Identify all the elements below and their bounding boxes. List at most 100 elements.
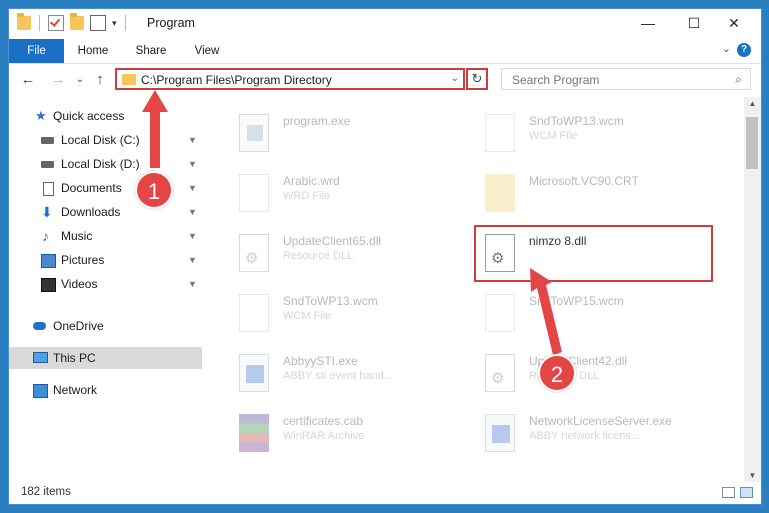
sidebar-item-onedrive[interactable]: OneDrive (9, 315, 202, 337)
search-icon[interactable]: ⌕ (735, 72, 742, 87)
file-name: AbbyySTI.exe (283, 354, 358, 368)
file-type: WinRAR Archive (283, 430, 365, 442)
search-box[interactable]: ⌕ (501, 68, 751, 90)
status-bar: 182 items (9, 482, 761, 504)
file-item[interactable]: program.exe (239, 111, 484, 163)
customize-toolbar-icon[interactable] (90, 15, 106, 31)
pin-icon[interactable]: ▼ (188, 273, 197, 295)
file-type: WRD File (283, 190, 331, 202)
window-title: Program (147, 16, 195, 30)
file-item[interactable]: SndToWP13.wcm WCM File (239, 291, 484, 343)
large-icons-view-icon[interactable] (740, 487, 753, 498)
close-button[interactable]: ✕ (711, 9, 757, 37)
file-item[interactable]: Arabic.wrd WRD File (239, 171, 484, 223)
file-item[interactable]: UpdateClient42.dll Resource DLL (485, 351, 730, 403)
sidebar-item-label: Music (61, 229, 93, 243)
network-icon (33, 384, 48, 398)
file-item[interactable]: UpdateClient65.dll Resource DLL (239, 231, 484, 283)
scrollbar-thumb[interactable] (746, 117, 758, 169)
properties-check-icon[interactable] (48, 15, 64, 31)
sidebar-item-pictures[interactable]: Pictures ▼ (9, 249, 202, 271)
tab-share[interactable]: Share (127, 39, 175, 63)
sidebar-item-label: Downloads (61, 205, 121, 219)
file-item[interactable]: AbbyySTI.exe ABBY sti event hand... (239, 351, 484, 403)
details-view-icon[interactable] (722, 487, 735, 498)
file-list: program.exe SndToWP13.wcm WCM File Arabi… (219, 97, 739, 482)
ribbon-tabs: File Home Share View (9, 39, 761, 64)
sidebar-item-label: This PC (53, 351, 96, 365)
dll-icon (485, 354, 515, 392)
tab-file[interactable]: File (9, 39, 64, 63)
file-name: SndToWP15.wcm (529, 294, 624, 308)
file-icon (239, 294, 269, 332)
file-type: WCM File (529, 130, 578, 142)
step-1-callout: 1 (135, 171, 173, 209)
file-name: SndToWP13.wcm (529, 114, 624, 128)
minimize-button[interactable]: — (625, 9, 671, 37)
up-button[interactable]: ↑ (91, 70, 109, 90)
file-item[interactable]: SndToWP15.wcm (485, 291, 730, 343)
address-path[interactable]: C:\Program Files\Program Directory (141, 73, 332, 87)
videos-icon (41, 278, 56, 292)
sidebar-item-downloads[interactable]: ⬇ Downloads ▼ (9, 201, 202, 223)
pin-icon[interactable]: ▼ (188, 249, 197, 271)
file-item[interactable]: SndToWP13.wcm WCM File (485, 111, 730, 163)
setup-icon (239, 114, 269, 152)
sidebar-item-music[interactable]: ♪ Music ▼ (9, 225, 202, 247)
pin-icon[interactable]: ▼ (188, 153, 197, 175)
pin-icon[interactable]: ▼ (188, 201, 197, 223)
scroll-up-icon[interactable]: ▲ (744, 99, 761, 108)
recent-locations-button[interactable]: ⌄ (71, 70, 89, 90)
sidebar-item-label: Local Disk (C:) (61, 133, 140, 147)
file-type: WCM File (283, 310, 332, 322)
sidebar-item-local-disk-c[interactable]: Local Disk (C:) ▼ (9, 129, 202, 151)
scroll-down-icon[interactable]: ▼ (744, 471, 761, 480)
sidebar-item-videos[interactable]: Videos ▼ (9, 273, 202, 295)
file-item[interactable]: NetworkLicenseServer.exe ABBY network li… (485, 411, 730, 463)
cloud-icon (33, 322, 46, 330)
file-type: ABBY sti event hand... (283, 370, 393, 382)
toolbar-dropdown-icon[interactable]: ▾ (112, 18, 117, 29)
tab-view[interactable]: View (183, 39, 231, 63)
refresh-button[interactable]: ↻ (466, 68, 488, 90)
sidebar-item-label: Local Disk (D:) (61, 157, 140, 171)
pin-icon[interactable]: ▼ (188, 225, 197, 247)
quick-access-toolbar: ▾ (17, 13, 128, 31)
drive-icon (41, 137, 54, 144)
file-type: ABBY network licens... (529, 430, 641, 442)
sidebar-item-network[interactable]: Network (9, 379, 202, 401)
sidebar-item-quick-access[interactable]: ★ Quick access (9, 105, 202, 127)
chevron-down-icon[interactable]: ⌄ (451, 73, 459, 84)
dll-icon (239, 234, 269, 272)
sidebar-item-label: OneDrive (53, 319, 104, 333)
file-icon (239, 174, 269, 212)
step-2-callout: 2 (538, 354, 576, 392)
help-button[interactable]: ? (737, 43, 751, 57)
chevron-down-icon[interactable]: ⌄ (722, 42, 731, 55)
pin-icon[interactable]: ▼ (188, 129, 197, 151)
folder-icon (17, 13, 31, 30)
sidebar-item-label: Quick access (53, 109, 125, 123)
drive-icon (41, 161, 54, 168)
forward-button[interactable]: → (49, 70, 67, 90)
new-folder-icon[interactable] (70, 13, 84, 30)
star-icon: ★ (35, 108, 47, 123)
document-icon (43, 182, 54, 196)
file-icon (485, 114, 515, 152)
sidebar-item-local-disk-d[interactable]: Local Disk (D:) ▼ (9, 153, 202, 175)
vertical-scrollbar[interactable]: ▲ ▼ (744, 97, 761, 482)
archive-icon (239, 414, 269, 452)
file-item[interactable]: certificates.cab WinRAR Archive (239, 411, 484, 463)
file-item[interactable]: Microsoft.VC90.CRT (485, 171, 730, 223)
file-icon (485, 294, 515, 332)
tab-home[interactable]: Home (69, 39, 117, 63)
sidebar-item-this-pc[interactable]: This PC (9, 347, 202, 369)
computer-icon (33, 352, 48, 363)
address-bar[interactable]: C:\Program Files\Program Directory ⌄ (115, 68, 465, 90)
sidebar-item-label: Videos (61, 277, 98, 291)
sidebar-item-documents[interactable]: Documents ▼ (9, 177, 202, 199)
back-button[interactable]: ← (19, 70, 37, 90)
navigation-pane: ★ Quick access Local Disk (C:) ▼ Local D… (9, 97, 202, 482)
pin-icon[interactable]: ▼ (188, 177, 197, 199)
search-input[interactable] (510, 71, 714, 89)
